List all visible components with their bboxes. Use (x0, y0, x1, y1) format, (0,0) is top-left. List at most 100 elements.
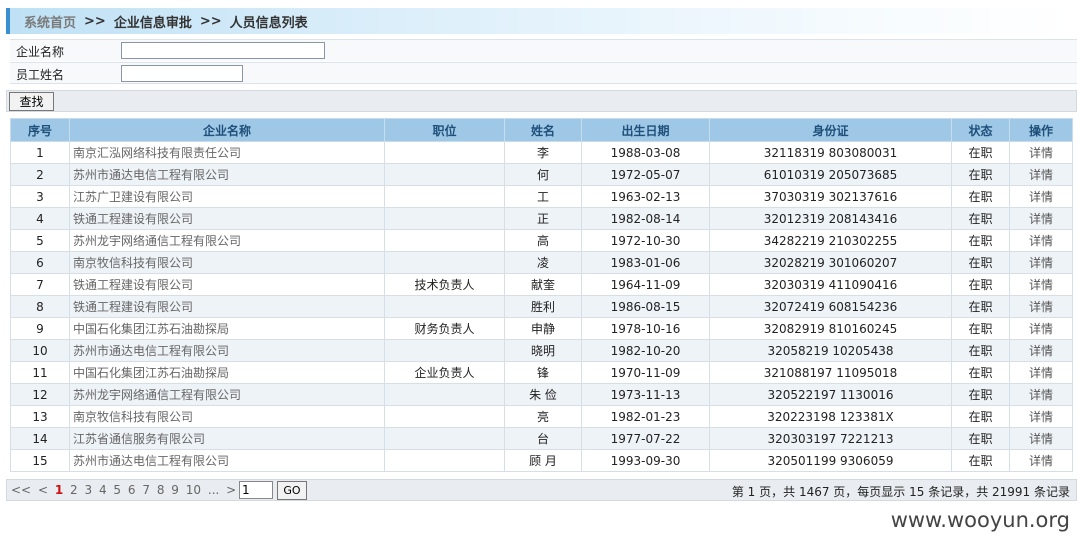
details-link[interactable]: 详情 (1009, 339, 1073, 362)
employee-name-cell: 台 (504, 427, 582, 450)
breadcrumb-current: 人员信息列表 (229, 15, 308, 31)
birthdate-cell: 1993-09-30 (581, 449, 710, 472)
pagination-bar: << < 1 2 3 4 5 6 7 8 9 10 ... > >> GO 第 … (6, 479, 1077, 501)
row-index: 9 (10, 317, 70, 340)
company-name-cell: 中国石化集团江苏石油勘探局 (69, 317, 385, 340)
position-cell (384, 207, 505, 230)
details-link[interactable]: 详情 (1009, 229, 1073, 252)
status-cell: 在职 (951, 229, 1010, 252)
details-link[interactable]: 详情 (1009, 427, 1073, 450)
id-number-cell: 32072419 608154236 (709, 295, 952, 318)
breadcrumb-home-link[interactable]: 系统首页 (24, 12, 76, 31)
company-name-cell: 苏州市通达电信工程有限公司 (69, 339, 385, 362)
status-cell: 在职 (951, 141, 1010, 164)
details-link[interactable]: 详情 (1009, 141, 1073, 164)
row-index: 4 (10, 207, 70, 230)
row-index: 6 (10, 251, 70, 274)
details-link[interactable]: 详情 (1009, 405, 1073, 428)
status-cell: 在职 (951, 361, 1010, 384)
column-header-name: 姓名 (504, 118, 582, 142)
table-row: 4 铁通工程建设有限公司 正 1982-08-14 32012319 208143416… (10, 207, 1073, 230)
go-button[interactable]: GO (277, 481, 307, 500)
employee-name-cell: 朱 俭 (504, 383, 582, 406)
birthdate-cell: 1972-05-07 (581, 163, 710, 186)
page-link[interactable]: 6 (128, 483, 136, 497)
page-link[interactable]: 5 (113, 483, 121, 497)
status-cell: 在职 (951, 273, 1010, 296)
position-cell (384, 185, 505, 208)
birthdate-cell: 1982-08-14 (581, 207, 710, 230)
table-row: 15 苏州市通达电信工程有限公司 顾 月 1993-09-30 320501199 93… (10, 449, 1073, 472)
position-cell (384, 163, 505, 186)
id-number-cell: 32058219 10205438 (709, 339, 952, 362)
first-page-link[interactable]: << (11, 483, 31, 497)
page-link[interactable]: 8 (157, 483, 165, 497)
page-link[interactable]: 9 (171, 483, 179, 497)
page-link[interactable]: 7 (142, 483, 150, 497)
details-link[interactable]: 详情 (1009, 361, 1073, 384)
prev-page-link[interactable]: < (38, 483, 48, 497)
position-cell (384, 405, 505, 428)
employee-name-cell: 何 (504, 163, 582, 186)
status-cell: 在职 (951, 317, 1010, 340)
employee-name-cell: 李 (504, 141, 582, 164)
company-name-cell: 铁通工程建设有限公司 (69, 273, 385, 296)
goto-page-input[interactable] (239, 481, 273, 499)
row-index: 10 (10, 339, 70, 362)
page-link[interactable]: 10 (186, 483, 201, 497)
details-link[interactable]: 详情 (1009, 163, 1073, 186)
personnel-table: 序号 企业名称 职位 姓名 出生日期 身份证 状态 操作 1 南京汇泓网络科技有限… (10, 118, 1073, 472)
employee-name-cell: 晓明 (504, 339, 582, 362)
search-toolbar: 查找 (6, 90, 1077, 112)
employee-name-cell: 申静 (504, 317, 582, 340)
table-row: 14 江苏省通信服务有限公司 台 1977-07-22 320303197 722121… (10, 427, 1073, 450)
employee-name-cell: 高 (504, 229, 582, 252)
position-cell: 企业负责人 (384, 361, 505, 384)
status-cell: 在职 (951, 427, 1010, 450)
company-name-input[interactable] (121, 42, 325, 59)
details-link[interactable]: 详情 (1009, 449, 1073, 472)
birthdate-cell: 1982-10-20 (581, 339, 710, 362)
employee-name-input[interactable] (121, 65, 243, 82)
details-link[interactable]: 详情 (1009, 251, 1073, 274)
birthdate-cell: 1988-03-08 (581, 141, 710, 164)
table-row: 11 中国石化集团江苏石油勘探局 企业负责人锋 1970-11-09 321088197… (10, 361, 1073, 384)
current-page-number: 1 (54, 483, 64, 497)
company-name-cell: 南京汇泓网络科技有限责任公司 (69, 141, 385, 164)
id-number-cell: 32118319 803080031 (709, 141, 952, 164)
page-link[interactable]: 2 (70, 483, 78, 497)
details-link[interactable]: 详情 (1009, 185, 1073, 208)
employee-name-cell: 顾 月 (504, 449, 582, 472)
search-button[interactable]: 查找 (9, 92, 54, 111)
position-cell (384, 427, 505, 450)
id-number-cell: 32028219 301060207 (709, 251, 952, 274)
page-link[interactable]: 3 (84, 483, 92, 497)
column-header-status: 状态 (951, 118, 1010, 142)
breadcrumb-approval: 企业信息审批 (113, 15, 192, 31)
employee-name-cell: 正 (504, 207, 582, 230)
details-link[interactable]: 详情 (1009, 317, 1073, 340)
page-link[interactable]: 4 (99, 483, 107, 497)
details-link[interactable]: 详情 (1009, 207, 1073, 230)
birthdate-cell: 1986-08-15 (581, 295, 710, 318)
status-cell: 在职 (951, 251, 1010, 274)
column-header-position: 职位 (384, 118, 505, 142)
birthdate-cell: 1964-11-09 (581, 273, 710, 296)
company-name-cell: 中国石化集团江苏石油勘探局 (69, 361, 385, 384)
birthdate-cell: 1972-10-30 (581, 229, 710, 252)
id-number-cell: 320501199 9306059 (709, 449, 952, 472)
details-link[interactable]: 详情 (1009, 383, 1073, 406)
table-row: 6 南京牧信科技有限公司 凌 1983-01-06 32028219 301060207… (10, 251, 1073, 274)
position-cell: 技术负责人 (384, 273, 505, 296)
position-cell (384, 449, 505, 472)
company-name-cell: 铁通工程建设有限公司 (69, 295, 385, 318)
employee-name-label: 员工姓名 (16, 68, 65, 82)
page-links: << < 1 2 3 4 5 6 7 8 9 10 ... > >> (11, 483, 266, 497)
employee-name-cell: 工 (504, 185, 582, 208)
status-cell: 在职 (951, 383, 1010, 406)
id-number-cell: 32012319 208143416 (709, 207, 952, 230)
next-page-link[interactable]: > (226, 483, 236, 497)
details-link[interactable]: 详情 (1009, 295, 1073, 318)
birthdate-cell: 1982-01-23 (581, 405, 710, 428)
details-link[interactable]: 详情 (1009, 273, 1073, 296)
